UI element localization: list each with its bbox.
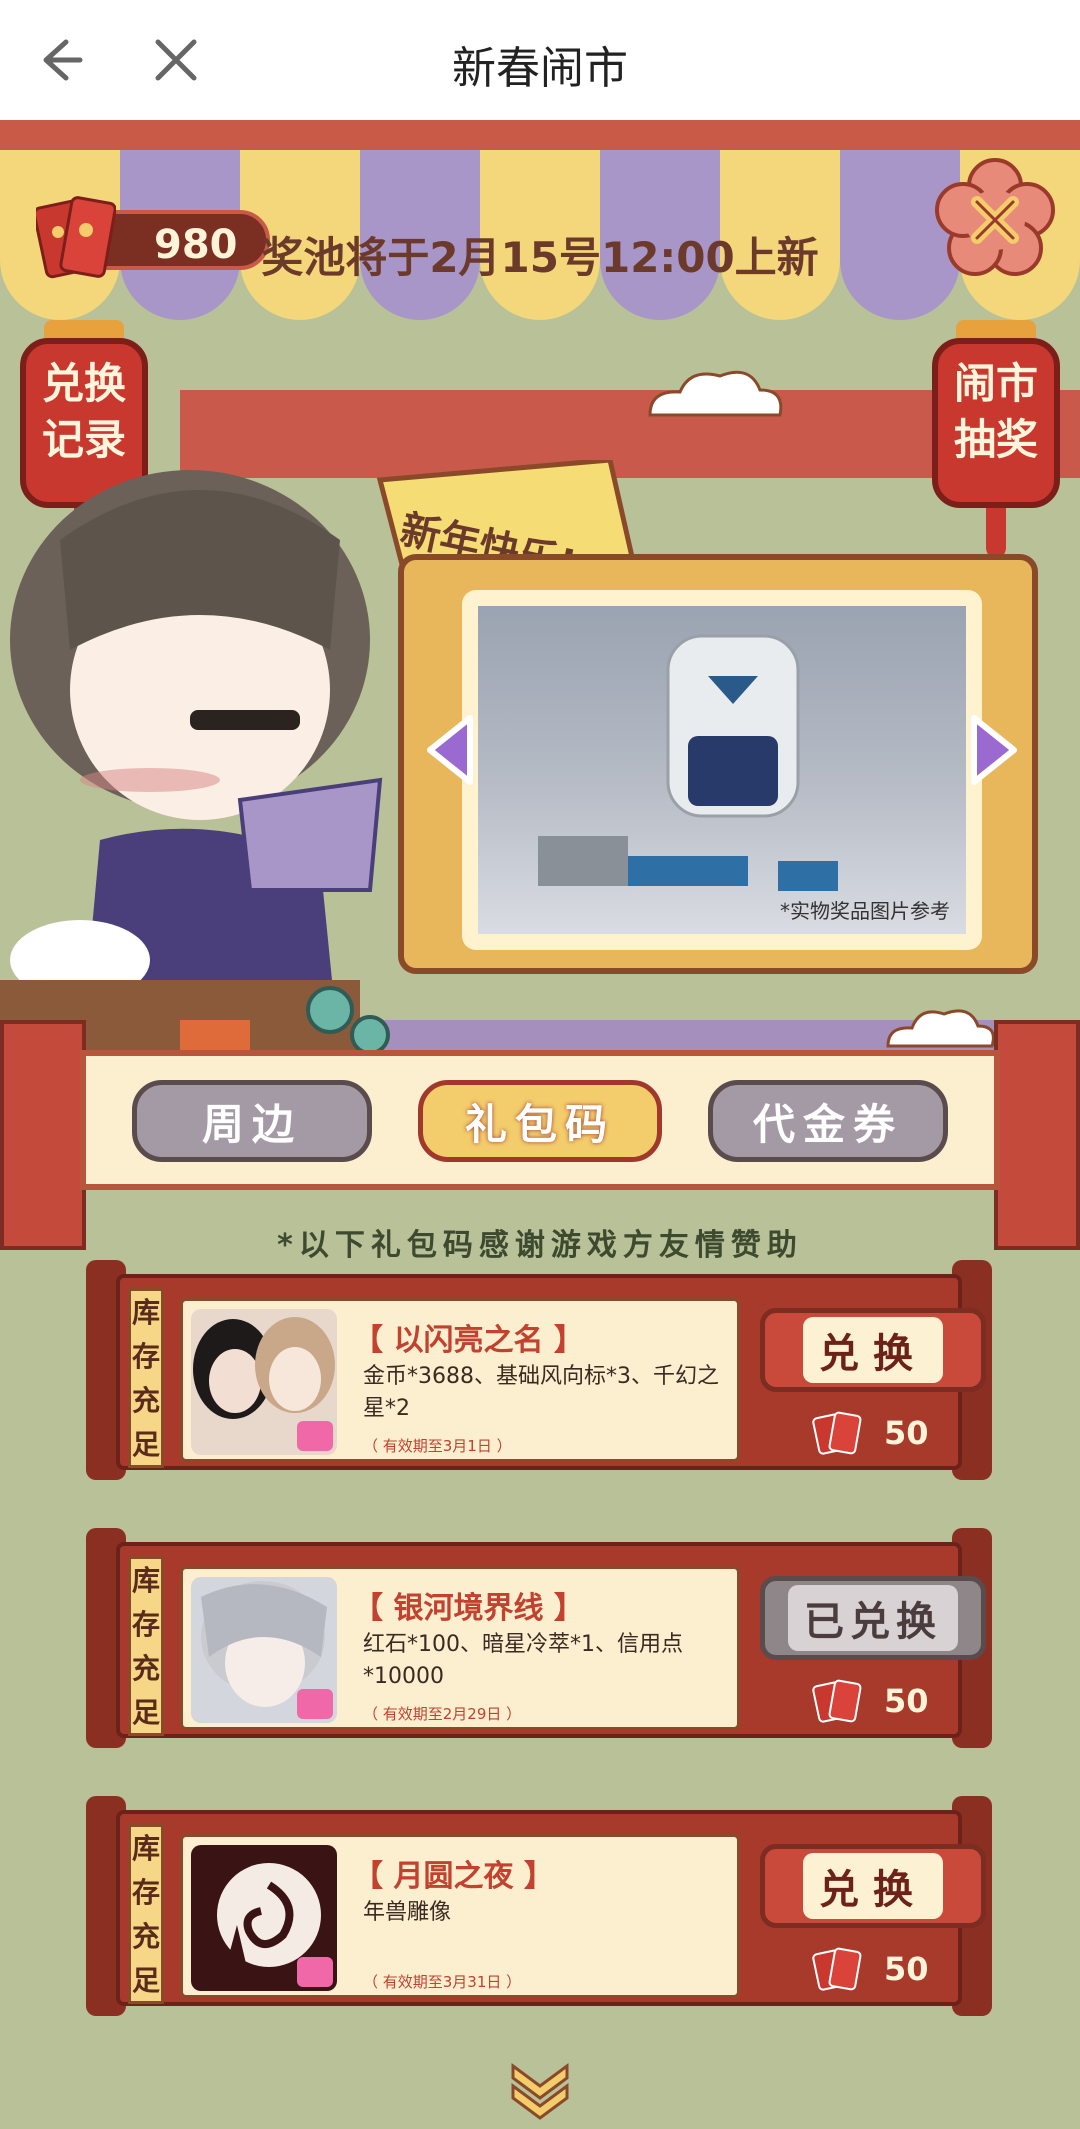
prize-caption: *实物奖品图片参考	[780, 899, 950, 923]
exchange-button[interactable]: 兑换	[760, 1308, 986, 1392]
gift-contents: 红石*100、暗星冷萃*1、信用点*10000	[363, 1632, 683, 1689]
game-thumbnail	[191, 1309, 337, 1455]
redeemed-button-label: 已兑换	[788, 1585, 958, 1651]
exchange-button[interactable]: 兑换	[760, 1844, 986, 1928]
cost-display: 50	[810, 1676, 990, 1726]
red-envelope-icon	[812, 1679, 862, 1723]
tab-voucher[interactable]: 代金券	[708, 1080, 948, 1162]
prize-image: *实物奖品图片参考	[478, 606, 966, 934]
cost-display: 50	[810, 1944, 990, 1994]
gift-card-item: 库存充足 【 以闪亮之名 】 金币*3688、基础风向标*3、千幻之星*2 （ …	[86, 1260, 992, 1480]
lantern-market-lottery[interactable]: 闹市抽奖	[926, 320, 1066, 558]
exchange-button-label: 兑换	[803, 1853, 943, 1919]
character-illustration	[0, 470, 390, 1100]
cost-value: 50	[884, 1682, 929, 1720]
gift-card-item: 库存充足 【 银河境界线 】 红石*100、暗星冷萃*1、信用点*10000 （…	[86, 1528, 992, 1748]
game-name: 【 月圆之夜 】	[353, 1859, 554, 1894]
red-envelope-icon	[812, 1411, 862, 1455]
prize-frame: *实物奖品图片参考	[398, 554, 1038, 974]
game-name: 【 以闪亮之名 】	[353, 1323, 584, 1358]
cost-value: 50	[884, 1950, 929, 1988]
cost-display: 50	[810, 1408, 990, 1458]
backpack-illustration	[538, 634, 838, 891]
redeemed-button[interactable]: 已兑换	[760, 1576, 986, 1660]
sponsor-note: *以下礼包码感谢游戏方友情赞助	[277, 1228, 803, 1263]
chevron-down-icon[interactable]	[505, 2060, 575, 2120]
cost-value: 50	[884, 1414, 929, 1452]
lantern-market-lottery-label: 闹市抽奖	[953, 359, 1038, 464]
tab-post-right	[994, 1020, 1080, 1250]
game-name: 【 银河境界线 】	[353, 1591, 584, 1626]
gift-card-item: 库存充足 【 月圆之夜 】 年兽雕像 （ 有效期至3月31日 ） 兑换 50	[86, 1796, 992, 2016]
tab-voucher-label: 代金券	[752, 1099, 903, 1149]
next-prize-arrow-icon[interactable]	[960, 710, 1024, 790]
red-envelope-icon	[812, 1947, 862, 1991]
stock-label: 库存充足	[128, 1556, 164, 1736]
expiry-date: （ 有效期至3月31日 ）	[363, 1973, 522, 1991]
cloud-decoration	[648, 370, 783, 417]
gift-contents: 年兽雕像	[363, 1900, 452, 1925]
stock-label: 库存充足	[128, 1288, 164, 1468]
page-title: 新春闹市	[452, 43, 628, 94]
top-nav-bar: 新春闹市	[0, 0, 1080, 120]
exchange-button-label: 兑换	[803, 1317, 943, 1383]
awning-top-bar	[0, 120, 1080, 150]
tab-post-left	[0, 1020, 86, 1250]
prev-prize-arrow-icon[interactable]	[420, 710, 484, 790]
gift-contents: 金币*3688、基础风向标*3、千幻之星*2	[363, 1364, 719, 1421]
expiry-date: （ 有效期至2月29日 ）	[363, 1705, 522, 1723]
announcement-text: 奖池将于2月15号12:00上新	[261, 233, 819, 282]
stock-label: 库存充足	[128, 1824, 164, 2004]
tab-gift-code[interactable]: 礼包码	[418, 1080, 662, 1162]
tab-merch[interactable]: 周边	[132, 1080, 372, 1162]
expiry-date: （ 有效期至3月1日 ）	[363, 1437, 512, 1455]
tab-merch-label: 周边	[201, 1099, 302, 1149]
tab-gift-code-label: 礼包码	[464, 1099, 615, 1149]
game-thumbnail	[191, 1577, 337, 1723]
close-flower-icon[interactable]	[935, 158, 1055, 278]
event-stage: 980 奖池将于2月15号12:00上新 兑换记录 闹市抽奖 新年快乐! *实物…	[0, 120, 1080, 2129]
game-thumbnail	[191, 1845, 337, 1991]
